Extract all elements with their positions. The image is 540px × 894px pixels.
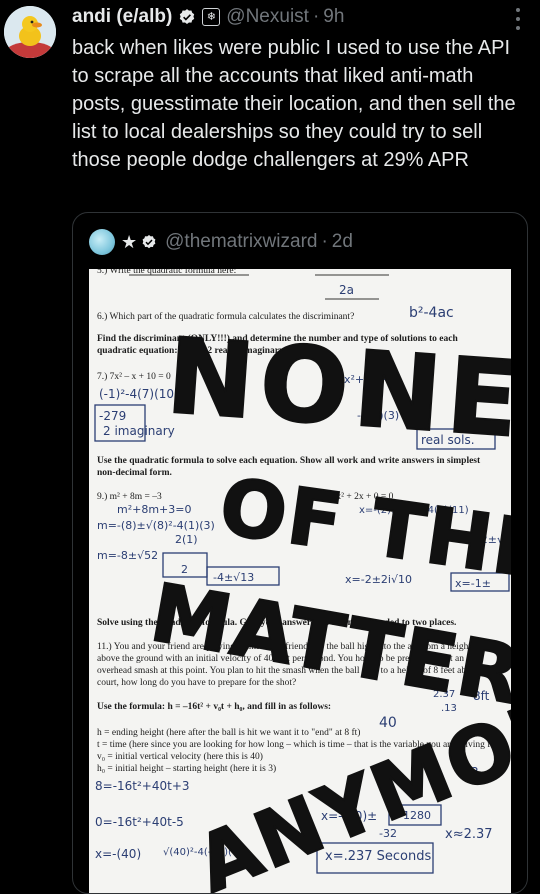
- star-icon: ★: [121, 231, 138, 252]
- quoted-header-separator: ·: [321, 231, 328, 252]
- author-handle[interactable]: @Nexuist: [226, 6, 309, 28]
- quoted-post-image[interactable]: 5.) Write the quadratic formula here: 6.…: [89, 269, 511, 893]
- quoted-post-header: ★ @thematrixwizard · 2d: [89, 227, 353, 257]
- author-display-name[interactable]: andi (e/alb): [72, 6, 172, 28]
- quoted-post-time[interactable]: 2d: [332, 231, 353, 253]
- header-separator: ·: [312, 6, 320, 27]
- post-text: back when likes were public I used to us…: [72, 37, 516, 171]
- more-options-icon[interactable]: [514, 8, 522, 30]
- verified-badge-icon: [178, 8, 196, 26]
- post-time[interactable]: 9h: [323, 6, 344, 28]
- quoted-post[interactable]: ★ @thematrixwizard · 2d 5.) Write the qu…: [72, 212, 528, 894]
- quoted-author-avatar[interactable]: [89, 229, 115, 255]
- post-header: andi (e/alb) ❄ @Nexuist · 9h: [72, 2, 532, 32]
- verified-badge-icon: [141, 234, 157, 250]
- affiliate-badge-icon: ❄: [202, 8, 221, 26]
- quoted-author-handle[interactable]: @thematrixwizard: [165, 231, 317, 253]
- overlay-word-none: NONE: [162, 314, 511, 463]
- duck-avatar-image: [4, 6, 56, 58]
- author-avatar[interactable]: [4, 6, 56, 58]
